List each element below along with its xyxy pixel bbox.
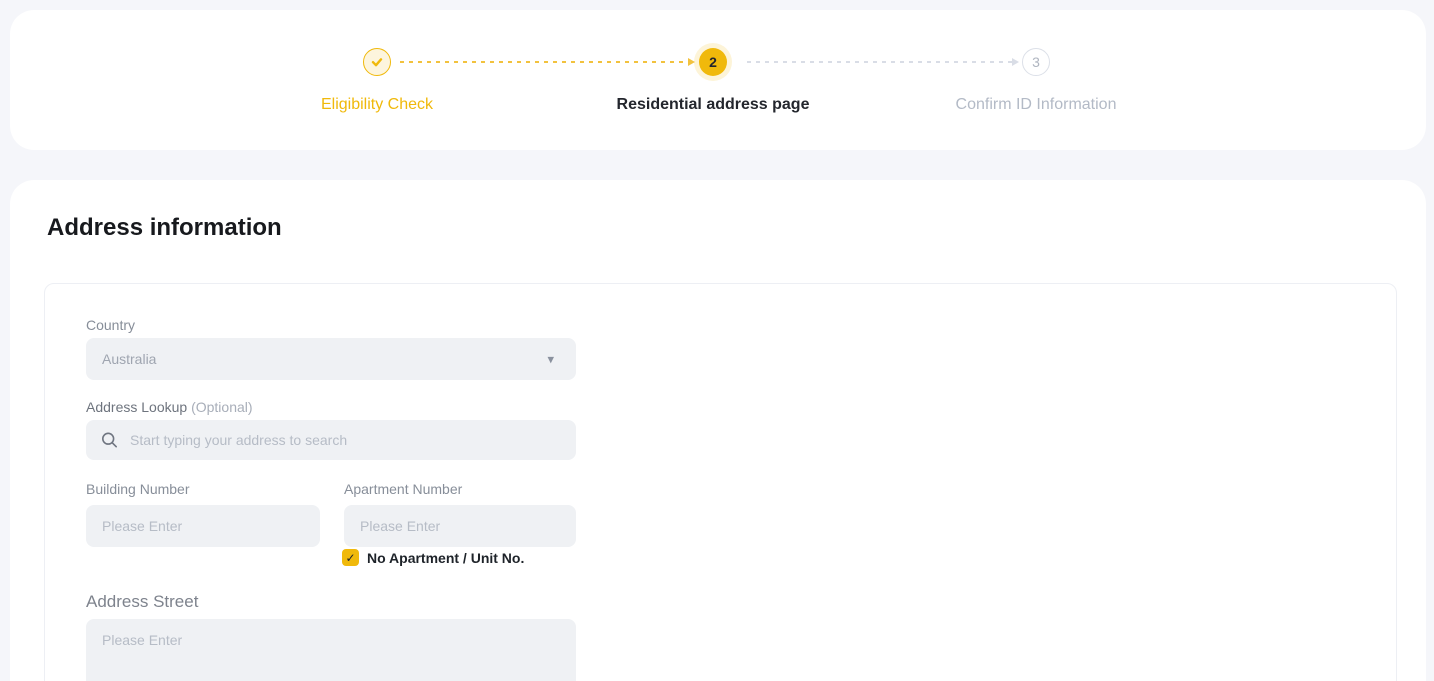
apartment-number-label: Apartment Number (344, 481, 462, 497)
apartment-number-input[interactable] (344, 505, 576, 547)
step-3-circle-upcoming: 3 (1022, 48, 1050, 76)
checkmark-icon: ✓ (345, 551, 355, 565)
page-title: Address information (47, 214, 282, 242)
step-label-eligibility-check: Eligibility Check (321, 96, 433, 114)
no-apartment-checkbox[interactable]: ✓ (342, 549, 359, 566)
step-label-confirm-id: Confirm ID Information (956, 96, 1117, 114)
address-lookup-label: Address Lookup (Optional) (86, 399, 253, 415)
address-lookup-input[interactable] (86, 420, 576, 460)
no-apartment-checkbox-row: ✓ No Apartment / Unit No. (342, 549, 524, 566)
country-select[interactable]: Australia ▾ (86, 338, 576, 380)
step-2-number: 2 (709, 54, 717, 70)
kyc-verification-page: Eligibility Check 2 Residential address … (0, 0, 1434, 681)
address-lookup-optional-hint: (Optional) (191, 399, 252, 415)
stepper-connector-2 (747, 61, 1012, 63)
stepper-card: Eligibility Check 2 Residential address … (10, 10, 1426, 150)
step-label-residential-address: Residential address page (617, 96, 810, 114)
step-3-number: 3 (1032, 54, 1040, 70)
country-selected-value: Australia (102, 351, 156, 367)
stepper-connector-1 (400, 61, 688, 63)
address-lookup-label-text: Address Lookup (86, 399, 187, 415)
check-icon (370, 55, 384, 69)
building-number-input[interactable] (86, 505, 320, 547)
chevron-down-icon: ▾ (547, 353, 554, 366)
country-label: Country (86, 317, 135, 333)
address-street-input[interactable] (86, 619, 576, 681)
address-street-label: Address Street (86, 592, 198, 612)
step-2-circle-current: 2 (699, 48, 727, 76)
address-information-card: Address information Country Australia ▾ … (10, 180, 1426, 681)
address-form: Country Australia ▾ Address Lookup (Opti… (44, 283, 1397, 681)
address-lookup-field (86, 420, 576, 460)
step-1-circle-completed (363, 48, 391, 76)
building-number-label: Building Number (86, 481, 190, 497)
no-apartment-checkbox-label[interactable]: No Apartment / Unit No. (367, 550, 524, 566)
